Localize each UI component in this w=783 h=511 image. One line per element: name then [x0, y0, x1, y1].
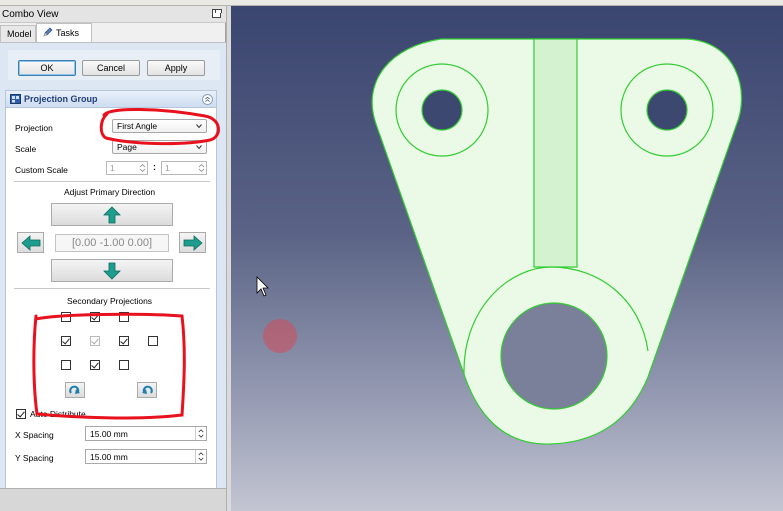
rotate-left-button[interactable] — [17, 232, 44, 253]
projection-label: Projection — [15, 123, 53, 133]
combo-tabs: Model Tasks — [0, 23, 226, 42]
x-spacing-input[interactable]: 15.00 mm — [85, 426, 207, 441]
projection-checkbox-front — [90, 336, 100, 346]
3d-viewport[interactable] — [231, 6, 783, 511]
projection-checkbox-top-right[interactable] — [119, 312, 129, 322]
rotate-down-button[interactable] — [51, 259, 173, 282]
adjust-primary-direction-label: Adjust Primary Direction — [64, 187, 156, 197]
y-spacing-label: Y Spacing — [15, 453, 54, 463]
scale-select-value: Page — [117, 142, 137, 152]
auto-distribute-label: Auto Distribute — [30, 409, 86, 419]
y-spacing-input[interactable]: 15.00 mm — [85, 449, 207, 464]
dialog-button-box: OK Cancel Apply — [8, 50, 220, 80]
mouse-cursor-icon — [256, 276, 269, 297]
combo-view-header: Combo View — [0, 6, 226, 23]
tab-model[interactable]: Model — [0, 25, 36, 42]
custom-scale-label: Custom Scale — [15, 165, 68, 175]
rotate-cw-button[interactable] — [65, 382, 85, 398]
secondary-projections-label: Secondary Projections — [67, 296, 153, 306]
custom-scale-colon: : — [153, 162, 156, 172]
rotate-cw-icon — [69, 385, 80, 394]
custom-scale-denominator-value: 1 — [165, 163, 170, 173]
float-panel-icon[interactable] — [212, 9, 222, 18]
arrow-down-icon — [103, 262, 121, 280]
custom-scale-numerator-value: 1 — [110, 163, 115, 173]
y-spacing-value: 15.00 mm — [90, 452, 128, 462]
separator — [14, 181, 210, 182]
separator — [14, 288, 210, 289]
center-rib — [533, 38, 578, 268]
projection-checkbox-top-left[interactable] — [61, 312, 71, 322]
collapse-icon[interactable] — [202, 94, 213, 105]
auto-distribute-checkbox[interactable] — [16, 409, 26, 419]
arrow-right-icon — [183, 235, 203, 251]
rotate-ccw-icon — [142, 385, 153, 394]
chevron-down-icon — [196, 124, 202, 129]
x-spacing-value: 15.00 mm — [90, 429, 128, 439]
combo-view-title: Combo View — [2, 9, 59, 20]
projection-select[interactable]: First Angle — [112, 119, 207, 133]
x-spacing-label: X Spacing — [15, 430, 54, 440]
projection-group-header[interactable]: Projection Group — [6, 91, 216, 108]
hole-right — [646, 89, 688, 131]
projection-checkbox-bottom-left[interactable] — [61, 360, 71, 370]
chevron-down-icon — [196, 145, 202, 150]
projection-checkbox-top[interactable] — [90, 312, 100, 322]
spin-arrows-icon[interactable] — [195, 450, 206, 463]
spin-arrows-icon — [198, 163, 205, 173]
apply-button[interactable]: Apply — [147, 60, 205, 76]
rotate-up-button[interactable] — [51, 203, 173, 226]
scale-select[interactable]: Page — [112, 140, 207, 154]
tab-tasks-label: Tasks — [56, 28, 80, 38]
tab-tasks[interactable]: Tasks — [36, 23, 92, 42]
projection-checkbox-bottom-right[interactable] — [119, 360, 129, 370]
hole-bottom — [500, 302, 608, 410]
rotate-right-button[interactable] — [179, 232, 206, 253]
ok-button[interactable]: OK — [18, 60, 76, 76]
projection-select-value: First Angle — [117, 121, 158, 131]
projection-checkbox-right[interactable] — [119, 336, 129, 346]
scale-label: Scale — [15, 144, 37, 154]
projection-group-icon — [10, 94, 21, 104]
combo-view-panel: Combo View Model Tasks OK Cancel Apply P… — [0, 6, 226, 511]
projection-checkbox-bottom[interactable] — [90, 360, 100, 370]
click-indicator — [263, 319, 297, 353]
projection-group-title: Projection Group — [24, 94, 98, 104]
custom-scale-denominator[interactable]: 1 — [161, 161, 207, 175]
pencil-icon — [43, 27, 53, 37]
arrow-up-icon — [103, 206, 121, 224]
primary-direction-display: [0.00 -1.00 0.00] — [55, 234, 169, 252]
arrow-left-icon — [21, 235, 41, 251]
rotate-ccw-button[interactable] — [137, 382, 157, 398]
spin-arrows-icon — [139, 163, 146, 173]
tasks-panel-body: OK Cancel Apply Projection Group Project… — [0, 42, 226, 511]
spin-arrows-icon[interactable] — [195, 427, 206, 440]
projection-checkbox-left[interactable] — [61, 336, 71, 346]
hole-left — [421, 89, 463, 131]
tab-model-label: Model — [7, 29, 32, 39]
cancel-button[interactable]: Cancel — [82, 60, 140, 76]
projection-checkbox-rear[interactable] — [148, 336, 158, 346]
custom-scale-numerator[interactable]: 1 — [106, 161, 148, 175]
projection-group-box: Projection Group Projection First Angle … — [5, 90, 217, 510]
panel-bottom-strip — [0, 488, 226, 511]
part-model — [256, 38, 743, 445]
